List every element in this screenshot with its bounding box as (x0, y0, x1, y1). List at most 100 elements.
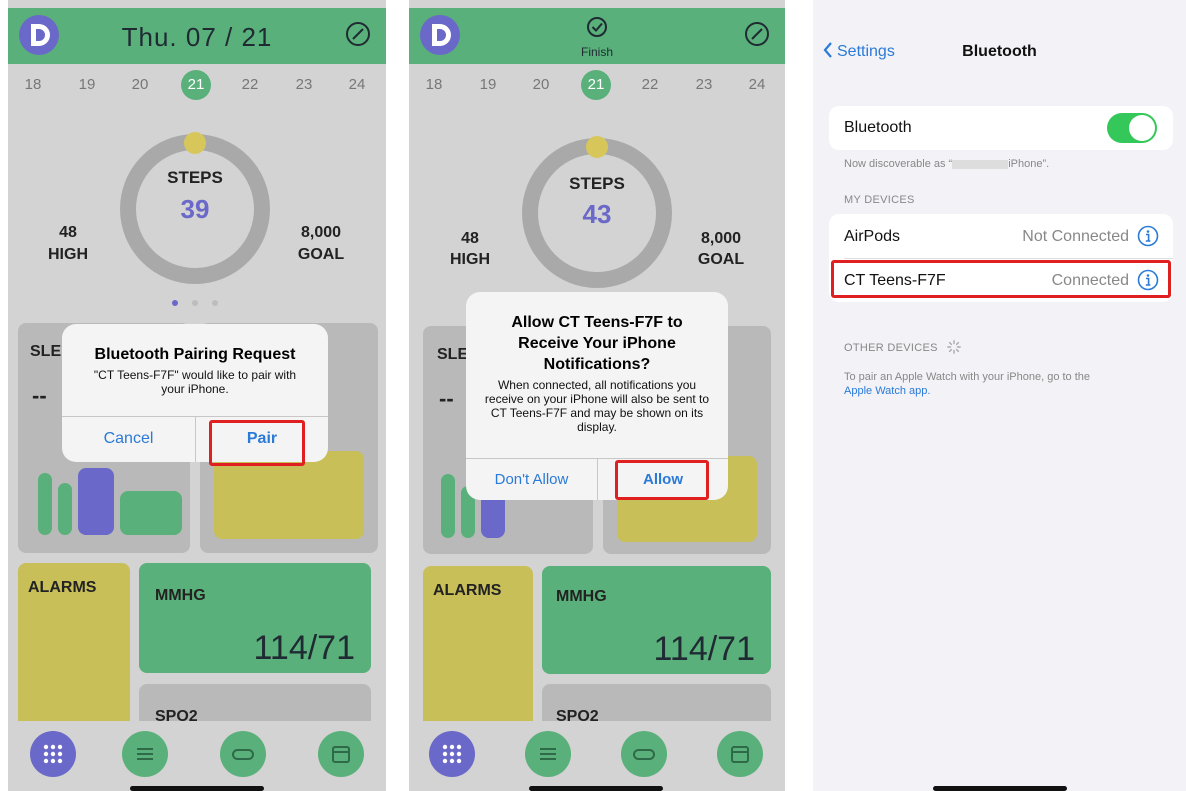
nav-calendar-button[interactable] (717, 731, 763, 777)
goal-value: 8,000 (700, 230, 742, 247)
bottom-nav (8, 721, 386, 791)
apple-watch-app-link[interactable]: Apple Watch app. (844, 385, 930, 397)
day-item[interactable]: 24 (742, 76, 772, 93)
bluetooth-toggle[interactable] (1107, 113, 1157, 143)
device-status: Not Connected (1022, 228, 1129, 245)
goal-label: GOAL (697, 251, 745, 268)
dont-allow-button[interactable]: Don't Allow (466, 459, 597, 501)
band-icon (633, 749, 655, 760)
other-devices-label: OTHER DEVICES (844, 342, 938, 354)
bottom-nav (409, 721, 785, 791)
cancel-button[interactable]: Cancel (62, 418, 195, 460)
alarms-label: ALARMS (433, 582, 502, 599)
grid-icon (43, 744, 63, 764)
nav-settings-button[interactable] (122, 731, 168, 777)
day-item[interactable]: 20 (125, 76, 155, 93)
blood-pressure-value: 114/71 (653, 630, 755, 668)
mmhg-label: MMHG (155, 587, 206, 604)
day-item[interactable]: 22 (235, 76, 265, 93)
discoverable-text: Now discoverable as “ iPhone”. (844, 158, 1049, 170)
sleep-value: -- (439, 386, 454, 411)
edit-icon[interactable] (344, 20, 372, 48)
apple-watch-note-text: To pair an Apple Watch with your iPhone,… (844, 371, 1091, 383)
home-indicator[interactable] (933, 786, 1067, 791)
app-header: Thu. 07 / 21 (8, 8, 386, 64)
mmhg-label: MMHG (556, 588, 607, 605)
date-title: Thu. 07 / 21 (121, 22, 273, 52)
device-row[interactable]: AirPods Not Connected (829, 214, 1173, 258)
highlight-box (209, 420, 305, 466)
spinner-icon (947, 340, 961, 354)
day-item[interactable]: 18 (18, 76, 48, 93)
high-value: 48 (461, 230, 479, 247)
day-item[interactable]: 23 (289, 76, 319, 93)
blood-pressure-value: 114/71 (253, 629, 355, 667)
finish-label[interactable]: Finish (409, 45, 785, 59)
grid-icon (442, 744, 462, 764)
sleep-label: SLE (30, 343, 62, 360)
nav-dashboard-button[interactable] (30, 731, 76, 777)
steps-progress-dot (184, 132, 206, 154)
pager-dot[interactable] (212, 300, 218, 306)
alarms-card[interactable]: ALARMS (423, 566, 533, 736)
highlight-box (831, 260, 1171, 298)
sliders-icon (137, 748, 153, 760)
band-icon (232, 749, 254, 760)
pager-dot[interactable] (192, 300, 198, 306)
sleep-bar (78, 468, 114, 535)
highlight-box (615, 460, 709, 500)
sleep-bar (120, 491, 182, 535)
discoverable-prefix: Now discoverable as “ (844, 158, 953, 170)
day-item[interactable]: 24 (342, 76, 372, 93)
nav-dashboard-button[interactable] (429, 731, 475, 777)
steps-value: 43 (582, 199, 612, 229)
nav-settings-button[interactable] (525, 731, 571, 777)
nav-calendar-button[interactable] (318, 731, 364, 777)
finish-check-icon[interactable] (586, 16, 608, 38)
bluetooth-toggle-group: Bluetooth (829, 106, 1173, 150)
nav-device-button[interactable] (220, 731, 266, 777)
goal-label: GOAL (297, 246, 345, 263)
sliders-icon (540, 748, 556, 760)
dialog-message: "CT Teens-F7F" would like to pair with y… (93, 368, 297, 396)
sleep-label: SLE (437, 346, 469, 363)
info-icon[interactable] (1137, 225, 1159, 247)
dialog-message: When connected, all notifications you re… (484, 378, 710, 434)
day-item[interactable]: 20 (526, 76, 556, 93)
day-item[interactable]: 23 (689, 76, 719, 93)
blood-pressure-card[interactable]: MMHG 114/71 (139, 563, 371, 673)
page-title: Bluetooth (962, 43, 1037, 60)
alarms-label: ALARMS (28, 579, 97, 596)
nav-device-button[interactable] (621, 731, 667, 777)
high-label: HIGH (48, 246, 88, 263)
home-indicator[interactable] (529, 786, 663, 791)
edit-icon[interactable] (743, 20, 771, 48)
alarms-card[interactable]: ALARMS (18, 563, 130, 733)
other-devices-header: OTHER DEVICES (844, 340, 961, 354)
sleep-bar (441, 474, 455, 538)
screenshot-collage: Thu. 07 / 21 18 19 20 21 22 23 24 STEPS … (0, 0, 1186, 791)
day-item[interactable]: 19 (473, 76, 503, 93)
calendar-icon (731, 746, 749, 763)
pager-dot-active[interactable] (172, 300, 178, 306)
app-screen-notifications: Finish 18 19 20 21 22 23 24 STEPS 43 48 … (409, 0, 785, 791)
app-screen-pairing: Thu. 07 / 21 18 19 20 21 22 23 24 STEPS … (8, 0, 386, 791)
home-indicator[interactable] (130, 786, 264, 791)
day-item[interactable]: 19 (72, 76, 102, 93)
day-item-active[interactable]: 21 (581, 70, 611, 100)
calendar-icon (332, 746, 350, 763)
day-item[interactable]: 22 (635, 76, 665, 93)
blood-pressure-card[interactable]: MMHG 114/71 (542, 566, 771, 674)
my-devices-header: MY DEVICES (844, 194, 915, 206)
day-item-active[interactable]: 21 (181, 70, 211, 100)
app-header: Finish (409, 8, 785, 64)
day-selector: 18 19 20 21 22 23 24 (8, 70, 386, 100)
bluetooth-row-label: Bluetooth (844, 119, 912, 136)
sleep-value: -- (32, 383, 47, 408)
dialog-title: Allow CT Teens-F7F to Receive Your iPhon… (511, 314, 683, 373)
day-item[interactable]: 18 (419, 76, 449, 93)
steps-value: 39 (180, 194, 210, 224)
steps-label: STEPS (167, 168, 223, 187)
steps-label: STEPS (569, 174, 625, 193)
device-name: AirPods (844, 228, 901, 245)
